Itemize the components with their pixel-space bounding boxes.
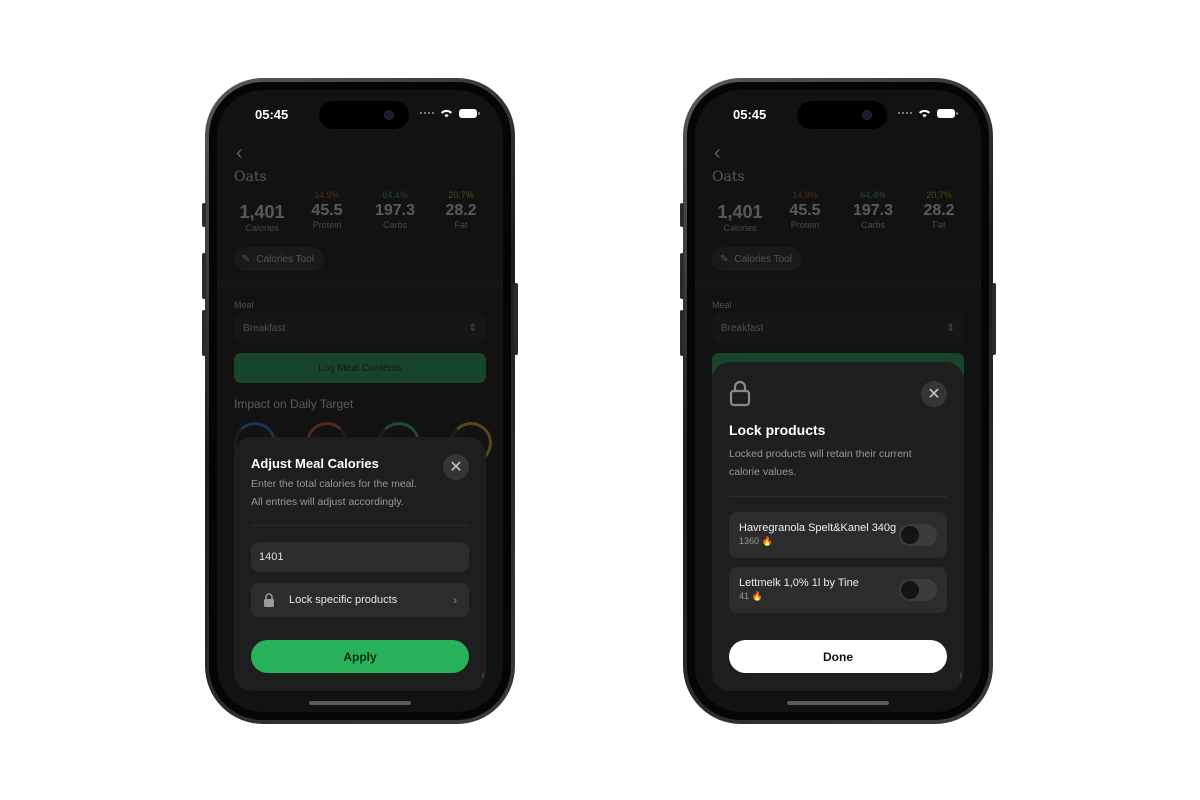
mute-switch: [202, 203, 206, 227]
back-chevron-icon[interactable]: ‹: [714, 142, 721, 165]
close-icon[interactable]: ✕: [921, 381, 947, 407]
sheet-title: Adjust Meal Calories: [251, 456, 379, 471]
sheet-divider: [729, 496, 947, 497]
power-button: [992, 283, 996, 355]
product-row[interactable]: Lettmelk 1,0% 1l by Tine 41 🔥: [729, 567, 947, 613]
lock-products-sheet: ✕ Lock products Locked products will ret…: [712, 362, 964, 691]
log-meal-button[interactable]: Log Meal Contents: [234, 353, 486, 383]
meal-title: Oats: [712, 169, 745, 185]
chevron-up-down-icon: ⇕: [468, 322, 477, 334]
lock-toggle[interactable]: [899, 524, 937, 546]
close-icon[interactable]: ✕: [443, 454, 469, 480]
lock-icon: [729, 380, 751, 407]
power-button: [514, 283, 518, 355]
impact-title: Impact on Daily Target: [234, 397, 354, 411]
flame-icon: 🔥: [751, 591, 763, 601]
volume-down-button: [680, 310, 684, 356]
lock-toggle[interactable]: [899, 579, 937, 601]
volume-up-button: [202, 253, 206, 299]
sheet-subtitle: Enter the total calories for the meal. A…: [251, 478, 417, 508]
chevron-right-icon: ›: [453, 593, 457, 607]
lock-products-label: Lock specific products: [289, 594, 398, 606]
stat-calories: 1,401 Calories: [717, 202, 763, 233]
stat-protein: 14.9% 45.5 Protein: [311, 190, 343, 230]
meal-select[interactable]: Breakfast ⇕: [234, 313, 486, 343]
meal-title: Oats: [234, 169, 267, 185]
home-indicator[interactable]: [309, 701, 411, 705]
chevron-up-down-icon: ⇕: [946, 322, 955, 334]
phone-right: 05:45 ‹ Oats 1,401 Calories 14.9% 45.5 P…: [680, 78, 996, 724]
meal-select[interactable]: Breakfast ⇕: [712, 313, 964, 343]
volume-up-button: [680, 253, 684, 299]
section-divider: [217, 280, 503, 288]
screen-adjust-calories: 05:45 ‹ Oats 1,401 Calories 14.9% 45.5 P…: [217, 90, 503, 712]
sheet-title: Lock products: [729, 422, 826, 438]
lock-products-row[interactable]: Lock specific products ›: [251, 583, 469, 617]
back-chevron-icon[interactable]: ‹: [236, 142, 243, 165]
stat-protein: 14.9% 45.5 Protein: [789, 190, 821, 230]
magic-wand-icon: ✎: [242, 253, 251, 265]
stat-carbs: 64.4% 197.3 Carbs: [374, 190, 416, 230]
magic-wand-icon: ✎: [720, 253, 729, 265]
meal-label: Meal: [712, 300, 732, 310]
mute-switch: [680, 203, 684, 227]
apply-button[interactable]: Apply: [251, 640, 469, 673]
lock-icon: [264, 593, 274, 607]
stat-fat: 20.7% 28.2 Fat: [923, 190, 955, 230]
calories-tool-chip[interactable]: ✎ Calories Tool: [712, 247, 803, 271]
phone-left: 05:45 ‹ Oats 1,401 Calories 14.9% 45.5 P…: [202, 78, 518, 724]
stat-carbs: 64.4% 197.3 Carbs: [852, 190, 894, 230]
stat-calories: 1,401 Calories: [239, 202, 285, 233]
sheet-subtitle: Locked products will retain their curren…: [729, 448, 912, 478]
peek-text: t: [959, 671, 962, 680]
volume-down-button: [202, 310, 206, 356]
sheet-divider: [251, 525, 469, 526]
peek-text: t: [481, 671, 484, 680]
done-button[interactable]: Done: [729, 640, 947, 673]
stat-fat: 20.7% 28.2 Fat: [445, 190, 477, 230]
product-row[interactable]: Havregranola Spelt&Kanel 340g 1360 🔥: [729, 512, 947, 558]
flame-icon: 🔥: [761, 536, 773, 546]
meal-label: Meal: [234, 300, 254, 310]
calories-input[interactable]: 1401: [251, 542, 469, 572]
home-indicator[interactable]: [787, 701, 889, 705]
screen-lock-products: 05:45 ‹ Oats 1,401 Calories 14.9% 45.5 P…: [695, 90, 981, 712]
adjust-calories-sheet: Adjust Meal Calories ✕ Enter the total c…: [234, 437, 486, 691]
calories-tool-chip[interactable]: ✎ Calories Tool: [234, 247, 325, 271]
section-divider: [695, 280, 981, 288]
